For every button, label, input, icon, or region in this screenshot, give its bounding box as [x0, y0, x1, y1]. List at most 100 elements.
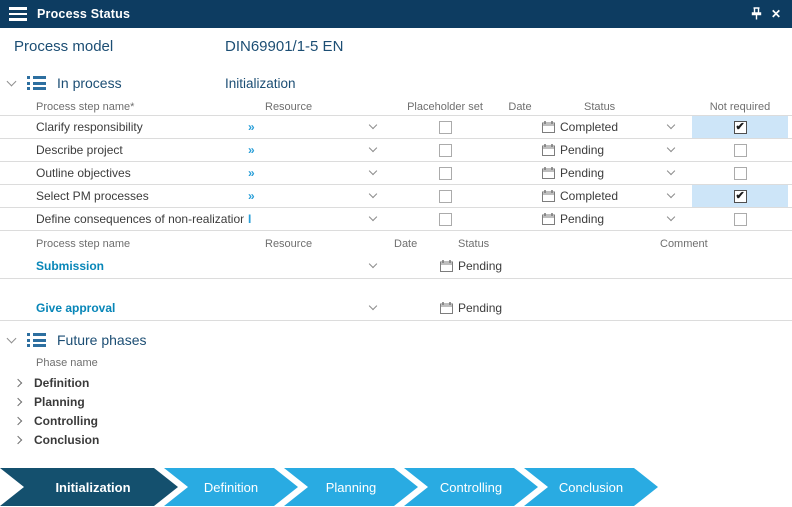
- not-required-checkbox[interactable]: [734, 121, 747, 134]
- resource-select[interactable]: »: [244, 116, 390, 138]
- tree-item-planning[interactable]: Planning: [0, 392, 792, 411]
- col-header-phase-name: Phase name: [36, 357, 792, 369]
- table-row: Submission Pending: [0, 253, 792, 279]
- status-select[interactable]: Pending: [540, 139, 688, 161]
- steps-table: Process step name* Resource Placeholder …: [0, 98, 792, 231]
- hamburger-menu-icon[interactable]: [9, 7, 27, 21]
- window-title: Process Status: [37, 7, 130, 21]
- not-required-cell: [692, 139, 788, 161]
- placeholder-checkbox[interactable]: [439, 144, 452, 157]
- calendar-icon: [542, 190, 555, 202]
- not-required-checkbox[interactable]: [734, 213, 747, 226]
- not-required-cell: [692, 185, 788, 207]
- section-title: In process: [57, 75, 122, 91]
- chevron-down-icon[interactable]: [369, 121, 377, 129]
- status-value: Pending: [458, 301, 502, 315]
- not-required-checkbox[interactable]: [734, 190, 747, 203]
- chevron-down-icon[interactable]: [369, 167, 377, 175]
- status-cell[interactable]: Pending: [438, 295, 608, 320]
- chevron-down-icon[interactable]: [667, 144, 675, 152]
- process-model-label: Process model: [14, 38, 113, 55]
- resource-link[interactable]: I: [248, 212, 251, 226]
- chevron-down-icon[interactable]: [369, 144, 377, 152]
- chevron-down-icon[interactable]: [369, 301, 377, 309]
- status-cell[interactable]: Pending: [438, 253, 608, 278]
- col-header-date: Date: [500, 101, 540, 113]
- status-value: Completed: [560, 120, 618, 134]
- status-select[interactable]: Completed: [540, 185, 688, 207]
- resource-select[interactable]: »: [244, 139, 390, 161]
- tree-item-controlling[interactable]: Controlling: [0, 411, 792, 430]
- placeholder-checkbox[interactable]: [439, 190, 452, 203]
- chevron-down-icon[interactable]: [369, 190, 377, 198]
- resource-select[interactable]: I: [244, 208, 390, 230]
- col-header-step-name: Process step name: [0, 238, 244, 250]
- placeholder-checkbox[interactable]: [439, 121, 452, 134]
- calendar-icon: [542, 121, 555, 133]
- chevron-down-icon[interactable]: [667, 190, 675, 198]
- placeholder-checkbox[interactable]: [439, 167, 452, 180]
- chevron-right-icon[interactable]: [14, 378, 22, 386]
- resource-link[interactable]: »: [248, 166, 255, 180]
- status-select[interactable]: Completed: [540, 116, 688, 138]
- not-required-checkbox[interactable]: [734, 167, 747, 180]
- chevron-right-icon[interactable]: [14, 416, 22, 424]
- list-icon: [27, 76, 47, 90]
- phase-chevron-planning[interactable]: Planning: [284, 468, 418, 506]
- phase-chevron-definition[interactable]: Definition: [164, 468, 298, 506]
- milestone-name: Give approval: [0, 301, 244, 315]
- chevron-down-icon[interactable]: [667, 213, 675, 221]
- collapse-chevron-icon[interactable]: [7, 77, 17, 87]
- not-required-cell: [692, 116, 788, 138]
- milestone-link[interactable]: Submission: [36, 259, 104, 273]
- placeholder-cell: [390, 162, 500, 184]
- calendar-icon: [440, 302, 453, 314]
- milestones-table-header: Process step name Resource Date Status C…: [0, 235, 792, 253]
- calendar-icon: [542, 167, 555, 179]
- phase-name: Controlling: [34, 414, 98, 428]
- resource-select[interactable]: »: [244, 185, 390, 207]
- placeholder-checkbox[interactable]: [439, 213, 452, 226]
- phase-chevron-controlling[interactable]: Controlling: [404, 468, 538, 506]
- col-header-resource: Resource: [244, 101, 390, 113]
- table-row: Clarify responsibility » Completed: [0, 116, 792, 139]
- col-header-comment: Comment: [608, 238, 792, 250]
- process-model-row: Process model DIN69901/1-5 EN: [14, 38, 792, 58]
- chevron-down-icon[interactable]: [369, 213, 377, 221]
- milestone-name: Submission: [0, 259, 244, 273]
- not-required-checkbox[interactable]: [734, 144, 747, 157]
- close-icon[interactable]: ✕: [766, 0, 786, 28]
- chevron-right-icon[interactable]: [14, 397, 22, 405]
- col-header-status: Status: [540, 101, 688, 113]
- phase-name: Planning: [34, 395, 85, 409]
- phase-chevron-conclusion[interactable]: Conclusion: [524, 468, 658, 506]
- resource-link[interactable]: »: [248, 143, 255, 157]
- resource-select[interactable]: [244, 295, 390, 320]
- tree-item-conclusion[interactable]: Conclusion: [0, 430, 792, 449]
- resource-select[interactable]: [244, 253, 390, 278]
- phase-chevron-label: Initialization: [55, 480, 130, 495]
- tree-item-definition[interactable]: Definition: [0, 373, 792, 392]
- status-select[interactable]: Pending: [540, 208, 688, 230]
- phase-chevron-initialization[interactable]: Initialization: [0, 468, 178, 506]
- chevron-down-icon[interactable]: [667, 167, 675, 175]
- phase-chevron-label: Conclusion: [559, 480, 623, 495]
- chevron-right-icon[interactable]: [14, 435, 22, 443]
- status-select[interactable]: Pending: [540, 162, 688, 184]
- resource-link[interactable]: »: [248, 189, 255, 203]
- status-value: Completed: [560, 189, 618, 203]
- pin-icon[interactable]: [746, 0, 766, 28]
- collapse-chevron-icon[interactable]: [7, 334, 17, 344]
- resource-link[interactable]: »: [248, 120, 255, 134]
- table-row: Select PM processes » Completed: [0, 185, 792, 208]
- milestone-link[interactable]: Give approval: [36, 301, 115, 315]
- chevron-down-icon[interactable]: [369, 259, 377, 267]
- phase-name: Definition: [34, 376, 89, 390]
- step-name: Describe project: [0, 143, 244, 157]
- placeholder-cell: [390, 116, 500, 138]
- step-name: Outline objectives: [0, 166, 244, 180]
- chevron-down-icon[interactable]: [667, 121, 675, 129]
- col-header-placeholder: Placeholder set: [390, 101, 500, 113]
- resource-select[interactable]: »: [244, 162, 390, 184]
- status-value: Pending: [560, 143, 604, 157]
